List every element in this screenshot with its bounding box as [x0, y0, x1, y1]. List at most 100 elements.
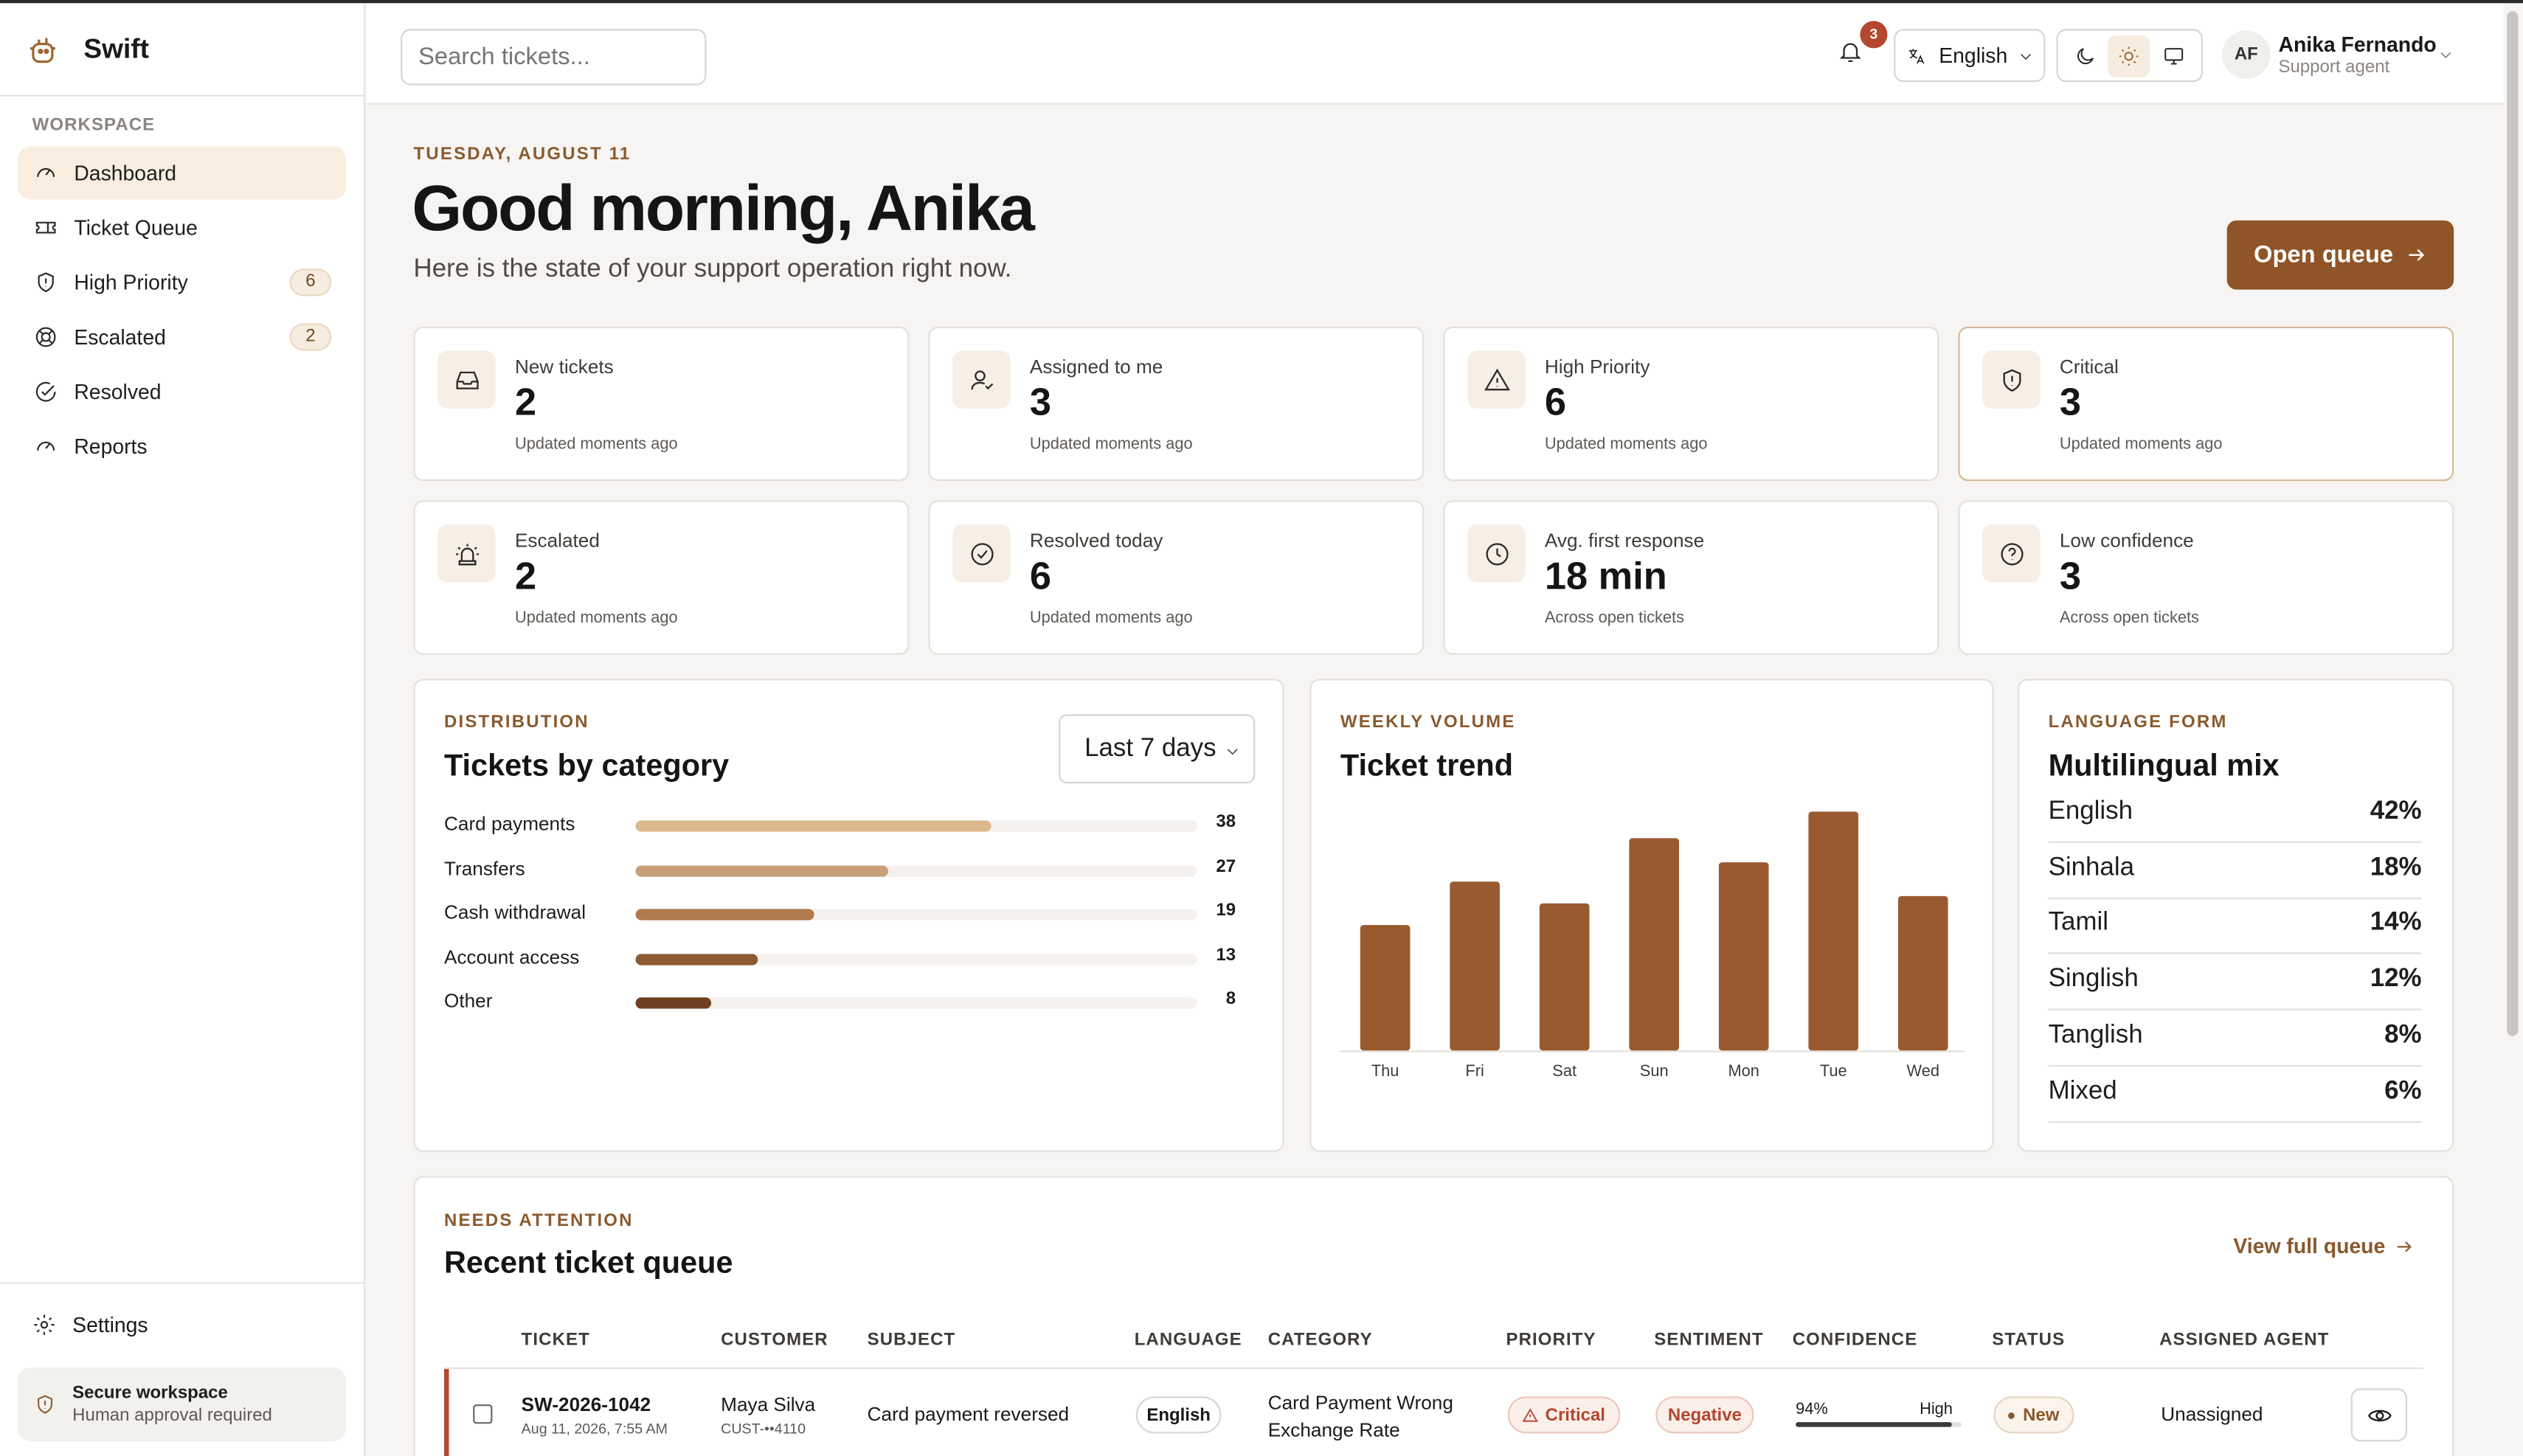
date-range-select[interactable]: Last 7 days: [1059, 714, 1256, 784]
ticket-id[interactable]: SW-2026-1042: [522, 1393, 668, 1416]
trend-bar-thu[interactable]: [1360, 925, 1411, 1051]
column-header-ticket[interactable]: TICKET: [522, 1331, 590, 1350]
search-input[interactable]: [401, 29, 707, 86]
category-line-1: Card Payment Wrong: [1267, 1391, 1453, 1415]
translate-icon: [1908, 48, 1925, 63]
sidebar-item-settings[interactable]: Settings: [32, 1313, 148, 1337]
stat-subtext: Updated moments ago: [514, 436, 678, 454]
column-header-confidence[interactable]: CONFIDENCE: [1793, 1331, 1918, 1350]
language-name: Tanglish: [2048, 1021, 2143, 1049]
trend-bar-tue[interactable]: [1808, 811, 1859, 1051]
open-queue-button[interactable]: Open queue: [2226, 220, 2454, 290]
scrollbar-thumb[interactable]: [2507, 11, 2519, 1036]
column-header-assigned-agent[interactable]: ASSIGNED AGENT: [2159, 1331, 2329, 1350]
stat-card-high-priority[interactable]: High Priority 6 Updated moments ago: [1443, 326, 1939, 482]
stat-card-resolved-today[interactable]: Resolved today 6 Updated moments ago: [928, 500, 1425, 655]
category-name: Card payments: [443, 812, 575, 836]
clock-icon: [1485, 542, 1508, 565]
category-value: 38: [1216, 812, 1236, 832]
column-header-priority[interactable]: PRIORITY: [1506, 1331, 1596, 1350]
trend-tick-label: Thu: [1371, 1061, 1399, 1080]
stat-card-critical[interactable]: Critical 3 Updated moments ago: [1958, 326, 2454, 482]
sidebar-item-high-priority[interactable]: High Priority 6: [18, 256, 346, 309]
recent-ticket-queue-panel: NEEDS ATTENTION Recent ticket queue View…: [413, 1176, 2454, 1456]
sidebar-item-dashboard[interactable]: Dashboard: [17, 146, 346, 200]
brand-name: Swift: [83, 32, 149, 64]
theme-system-button[interactable]: [2153, 35, 2195, 77]
sidebar-item-label: Reports: [74, 434, 148, 459]
trend-bar-fri[interactable]: [1450, 881, 1500, 1051]
trend-bar-wed[interactable]: [1897, 895, 1948, 1051]
column-header-sentiment[interactable]: SENTIMENT: [1654, 1331, 1763, 1350]
theme-light-button[interactable]: [2108, 34, 2151, 77]
page-title: Good morning, Anika: [412, 173, 1035, 245]
trend-tick-label: Fri: [1465, 1061, 1484, 1080]
priority-badge: Critical: [1507, 1396, 1621, 1434]
ticket-icon: [35, 221, 56, 234]
category-row: Other 8: [444, 986, 1236, 1019]
secure-workspace-subtitle: Human approval required: [72, 1406, 272, 1426]
language-select[interactable]: English: [1894, 29, 2046, 83]
help-circle-icon: [2000, 542, 2023, 565]
column-header-subject[interactable]: SUBJECT: [868, 1331, 956, 1350]
brand[interactable]: Swift: [0, 3, 364, 97]
sidebar-item-ticket-queue[interactable]: Ticket Queue: [18, 201, 346, 254]
stat-label: Low confidence: [2059, 529, 2194, 552]
category-value: 27: [1216, 856, 1236, 876]
column-header-category[interactable]: CATEGORY: [1268, 1331, 1373, 1350]
trend-kicker: WEEKLY VOLUME: [1340, 713, 1516, 732]
view-ticket-button[interactable]: [2350, 1388, 2407, 1442]
trend-bar-sun[interactable]: [1629, 838, 1679, 1051]
stat-card-new-tickets[interactable]: New tickets 2 Updated moments ago: [413, 326, 910, 482]
notifications-button[interactable]: [1838, 38, 1866, 67]
trend-bar-mon[interactable]: [1718, 862, 1769, 1051]
user-role: Support agent: [2278, 58, 2390, 77]
gear-icon: [34, 1314, 55, 1335]
view-full-queue-link[interactable]: View full queue: [2233, 1234, 2414, 1258]
language-badge: English: [1135, 1396, 1222, 1434]
stat-icon-box: [1982, 524, 2041, 583]
stat-card-low-confidence[interactable]: Low confidence 3 Across open tickets: [1958, 500, 2454, 655]
column-header-customer[interactable]: CUSTOMER: [721, 1331, 828, 1350]
stat-label: Critical: [2059, 356, 2119, 378]
status-label: New: [2023, 1405, 2060, 1425]
stat-label: Avg. first response: [1544, 529, 1705, 552]
language-mix-panel: LANGUAGE FORM Multilingual mix English 42…: [2018, 679, 2454, 1152]
sidebar-item-escalated[interactable]: Escalated 2: [18, 311, 346, 364]
row-checkbox[interactable]: [473, 1404, 493, 1424]
stat-value: 2: [514, 381, 537, 425]
view-full-queue-label: View full queue: [2233, 1233, 2386, 1258]
distribution-kicker: DISTRIBUTION: [443, 713, 589, 732]
chevron-down-icon[interactable]: [2437, 46, 2454, 63]
stat-icon-box: [1467, 350, 1526, 409]
column-header-status[interactable]: STATUS: [1992, 1331, 2065, 1350]
sidebar-item-resolved[interactable]: Resolved: [18, 365, 346, 418]
column-header-language[interactable]: LANGUAGE: [1135, 1331, 1242, 1350]
language-name: English: [2048, 797, 2133, 825]
stat-value: 3: [2059, 381, 2081, 425]
language-row: Tanglish 8%: [2048, 1010, 2422, 1067]
language-name: Tamil: [2048, 909, 2109, 937]
trend-bar-sat[interactable]: [1539, 903, 1590, 1051]
user-name[interactable]: Anika Fernando: [2278, 32, 2436, 57]
sidebar-item-label: Resolved: [74, 379, 162, 404]
stat-card-avg-first-response[interactable]: Avg. first response 18 min Across open t…: [1443, 500, 1939, 655]
alert-triangle-icon: [1483, 367, 1509, 390]
trend-title: Ticket trend: [1340, 749, 1514, 784]
stat-label: Assigned to me: [1029, 356, 1163, 378]
stat-value: 3: [2059, 555, 2081, 599]
app-root: Swift WORKSPACE Dashboard Ticket Queue H…: [0, 0, 2523, 1456]
table-row[interactable]: SW-2026-1042 Aug 11, 2026, 7:55 AM Maya …: [443, 1369, 2423, 1456]
stat-value: 6: [1544, 381, 1567, 425]
stat-card-assigned-to-me[interactable]: Assigned to me 3 Updated moments ago: [928, 326, 1425, 482]
stat-icon-box: [952, 350, 1011, 409]
category-bar-track: [635, 953, 1197, 965]
workspace-label: WORKSPACE: [32, 116, 156, 136]
monitor-icon: [2164, 47, 2184, 64]
avatar[interactable]: AF: [2222, 30, 2271, 79]
theme-dark-button[interactable]: [2064, 35, 2106, 77]
language-row: Tamil 14%: [2048, 898, 2422, 955]
sidebar-item-reports[interactable]: Reports: [18, 420, 346, 473]
stat-card-escalated[interactable]: Escalated 2 Updated moments ago: [413, 500, 910, 655]
language-name: Singlish: [2048, 965, 2139, 993]
